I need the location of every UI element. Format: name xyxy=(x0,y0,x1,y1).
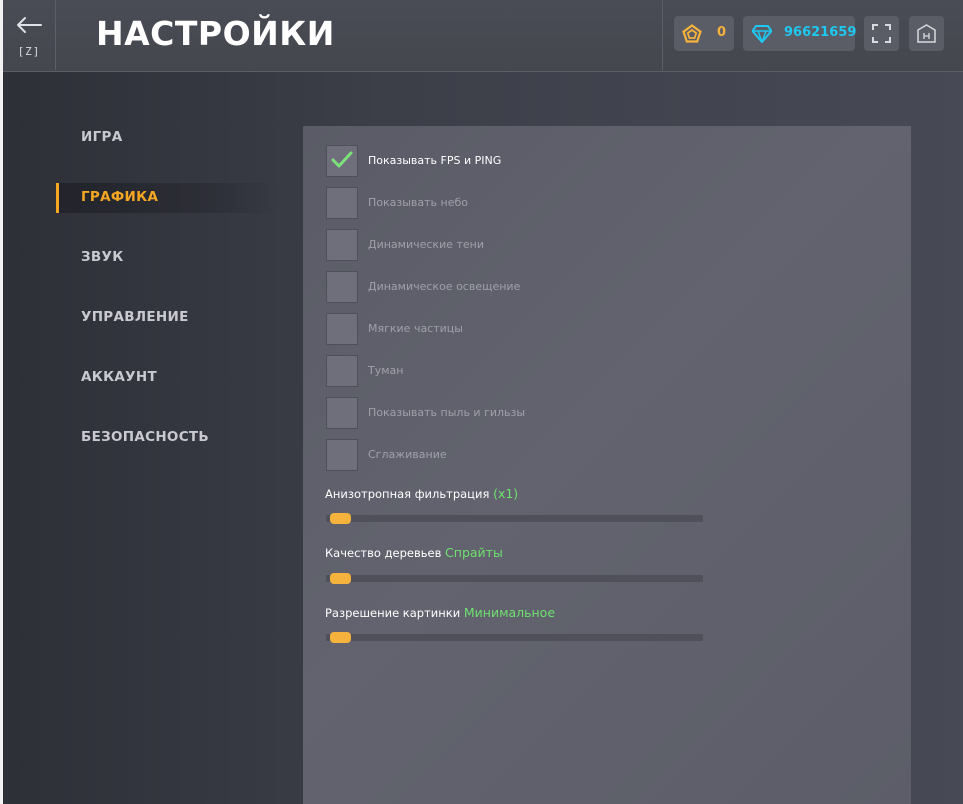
slider-value: Спрайты xyxy=(445,545,503,560)
slider-label-resolution: Разрешение картинки Минимальное xyxy=(325,605,555,620)
gems-value: 96621659 xyxy=(784,25,857,40)
nav-item-controls[interactable]: УПРАВЛЕНИЕ xyxy=(56,303,276,333)
checkbox-label: Мягкие частицы xyxy=(368,322,463,335)
checkbox-label: Динамическое освещение xyxy=(368,280,521,293)
header-bar: [Z] НАСТРОЙКИ 0 96621659 xyxy=(3,0,963,72)
nav-item-game[interactable]: ИГРА xyxy=(56,123,276,153)
nav-item-label: ГРАФИКА xyxy=(81,189,159,205)
settings-screen: [Z] НАСТРОЙКИ 0 96621659 ИГРА ГРАФИКА ЗВ… xyxy=(3,0,963,804)
slider-anisotropic[interactable] xyxy=(326,513,703,524)
slider-label-tree-quality: Качество деревьев Спрайты xyxy=(325,545,503,560)
graphics-settings-panel: Показывать FPS и PING Показывать небо Ди… xyxy=(303,126,911,804)
checkbox[interactable] xyxy=(326,187,358,219)
slider-label-text: Качество деревьев xyxy=(325,546,442,560)
page-title: НАСТРОЙКИ xyxy=(96,14,335,53)
checkbox[interactable] xyxy=(326,313,358,345)
slider-value: (x1) xyxy=(493,486,519,501)
back-hotkey: [Z] xyxy=(17,45,41,58)
slider-thumb[interactable] xyxy=(330,573,351,584)
diamond-icon xyxy=(752,25,772,43)
hud-icon xyxy=(917,24,936,43)
checkbox-label: Сглаживание xyxy=(368,448,447,461)
header-divider xyxy=(662,0,663,70)
checkbox-label: Показывать FPS и PING xyxy=(368,154,502,167)
nav-item-label: ЗВУК xyxy=(81,249,124,265)
nav-item-label: ИГРА xyxy=(81,129,123,145)
nav-item-sound[interactable]: ЗВУК xyxy=(56,243,276,273)
hud-button[interactable] xyxy=(909,16,944,51)
slider-value: Минимальное xyxy=(463,605,556,620)
slider-thumb[interactable] xyxy=(330,513,351,524)
checkbox-label: Динамические тени xyxy=(368,238,485,251)
checkbox-label: Показывать пыль и гильзы xyxy=(368,406,526,419)
slider-label-text: Анизотропная фильтрация xyxy=(325,487,490,501)
nav-item-label: УПРАВЛЕНИЕ xyxy=(81,309,189,325)
checkbox[interactable] xyxy=(326,355,358,387)
checkbox-label: Показывать небо xyxy=(368,196,469,209)
fullscreen-button[interactable] xyxy=(864,16,899,51)
checkbox[interactable] xyxy=(326,229,358,261)
checkbox[interactable] xyxy=(326,145,358,177)
checkbox[interactable] xyxy=(326,439,358,471)
checkmark-icon xyxy=(331,151,353,168)
back-button[interactable]: [Z] xyxy=(3,0,56,70)
nav-item-security[interactable]: БЕЗОПАСНОСТЬ xyxy=(56,423,276,453)
slider-label-text: Разрешение картинки xyxy=(325,606,461,620)
gems-balance[interactable]: 96621659 xyxy=(743,16,857,51)
slider-tree-quality[interactable] xyxy=(326,573,703,584)
checkbox[interactable] xyxy=(326,397,358,429)
slider-thumb[interactable] xyxy=(330,632,351,643)
nav-item-label: БЕЗОПАСНОСТЬ xyxy=(81,429,210,445)
slider-label-anisotropic: Анизотропная фильтрация (x1) xyxy=(325,486,518,501)
nav-item-label: АККАУНТ xyxy=(81,369,157,385)
nav-item-graphics[interactable]: ГРАФИКА xyxy=(56,183,276,213)
nav-item-account[interactable]: АККАУНТ xyxy=(56,363,276,393)
coins-balance[interactable]: 0 xyxy=(674,16,734,51)
pentagon-coin-icon xyxy=(682,24,702,43)
coins-value: 0 xyxy=(717,25,727,40)
checkbox[interactable] xyxy=(326,271,358,303)
checkbox-label: Туман xyxy=(368,364,404,377)
fullscreen-icon xyxy=(872,24,891,43)
arrow-left-icon xyxy=(17,17,42,33)
slider-resolution[interactable] xyxy=(326,632,703,643)
